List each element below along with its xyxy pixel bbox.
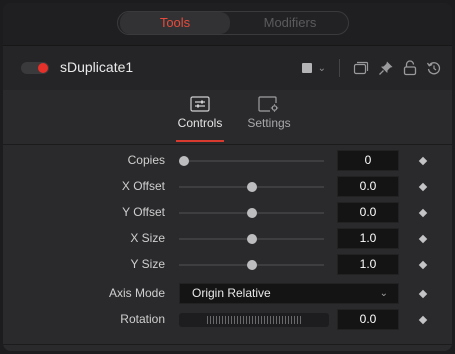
x-size-keyframe-icon[interactable] bbox=[418, 234, 428, 244]
y-offset-label: Y Offset bbox=[122, 205, 165, 219]
rotation-keyframe-icon[interactable] bbox=[418, 315, 428, 325]
tool-header: sDuplicate1 ⌄ bbox=[3, 45, 452, 91]
copies-label: Copies bbox=[127, 153, 165, 167]
param-row-y-size: Y Size 1.0 bbox=[3, 253, 452, 277]
inspector-tab-bar: Tools Modifiers bbox=[3, 3, 452, 45]
param-row-rotation: Rotation 0.0 bbox=[3, 308, 452, 332]
y-size-keyframe-icon[interactable] bbox=[418, 260, 428, 270]
y-size-slider-thumb[interactable] bbox=[246, 260, 257, 270]
x-offset-keyframe-icon[interactable] bbox=[418, 182, 428, 192]
pin-icon[interactable] bbox=[378, 60, 394, 76]
copies-keyframe-icon[interactable] bbox=[418, 156, 428, 166]
tab-settings-label: Settings bbox=[247, 116, 291, 130]
param-row-axis-mode: Axis Mode Origin Relative ⌄ bbox=[3, 282, 452, 306]
x-size-slider-thumb[interactable] bbox=[246, 234, 257, 244]
active-tab-underline bbox=[176, 140, 224, 142]
x-size-value-field[interactable]: 1.0 bbox=[337, 228, 399, 249]
inspector-panel: Tools Modifiers sDuplicate1 ⌄ Controls S… bbox=[3, 3, 452, 351]
y-size-label: Y Size bbox=[130, 257, 165, 271]
param-row-copies: Copies 0 bbox=[3, 149, 452, 173]
tool-name: sDuplicate1 bbox=[60, 59, 134, 75]
lock-icon[interactable] bbox=[403, 60, 417, 76]
rotation-thumbwheel[interactable] bbox=[179, 313, 329, 327]
x-offset-label: X Offset bbox=[121, 179, 165, 193]
y-offset-value-field[interactable]: 0.0 bbox=[337, 202, 399, 223]
rotation-label: Rotation bbox=[120, 312, 165, 326]
sliders-icon bbox=[190, 96, 210, 112]
header-divider bbox=[339, 59, 340, 77]
x-size-label: X Size bbox=[130, 231, 165, 245]
axis-mode-label: Axis Mode bbox=[108, 286, 165, 300]
reset-icon[interactable] bbox=[426, 60, 442, 76]
tab-controls-label: Controls bbox=[177, 116, 223, 130]
control-tabs: Controls Settings bbox=[3, 90, 452, 145]
tool-header-icons: ⌄ bbox=[301, 58, 442, 78]
tab-modifiers[interactable]: Modifiers bbox=[234, 12, 346, 34]
param-row-y-offset: Y Offset 0.0 bbox=[3, 201, 452, 225]
param-row-x-offset: X Offset 0.0 bbox=[3, 175, 452, 199]
rotation-value-field[interactable]: 0.0 bbox=[337, 309, 399, 330]
x-offset-slider-thumb[interactable] bbox=[246, 182, 257, 192]
y-size-value-field[interactable]: 1.0 bbox=[337, 254, 399, 275]
thumbwheel-ticks bbox=[207, 316, 301, 324]
axis-mode-dropdown[interactable]: Origin Relative ⌄ bbox=[179, 283, 399, 304]
copies-value-field[interactable]: 0 bbox=[337, 150, 399, 171]
square-swatch-icon[interactable] bbox=[301, 63, 312, 73]
window-icon[interactable] bbox=[353, 61, 369, 75]
y-offset-slider-thumb[interactable] bbox=[246, 208, 257, 218]
x-offset-value-field[interactable]: 0.0 bbox=[337, 176, 399, 197]
tab-controls[interactable]: Controls bbox=[168, 96, 232, 142]
axis-mode-value: Origin Relative bbox=[192, 286, 271, 300]
axis-mode-keyframe-icon[interactable] bbox=[418, 289, 428, 299]
tab-tools[interactable]: Tools bbox=[120, 12, 230, 34]
tool-enable-toggle[interactable] bbox=[21, 62, 49, 74]
panel-footer bbox=[3, 344, 452, 351]
toggle-on-indicator bbox=[38, 63, 48, 73]
chevron-down-icon[interactable]: ⌄ bbox=[318, 63, 326, 74]
y-offset-keyframe-icon[interactable] bbox=[418, 208, 428, 218]
param-row-x-size: X Size 1.0 bbox=[3, 227, 452, 251]
tab-settings[interactable]: Settings bbox=[235, 96, 303, 130]
copies-slider-thumb[interactable] bbox=[179, 156, 189, 166]
settings-gear-icon bbox=[258, 96, 279, 112]
tools-modifiers-segmented-control: Tools Modifiers bbox=[117, 11, 349, 35]
copies-slider-track[interactable] bbox=[179, 160, 324, 162]
chevron-down-icon: ⌄ bbox=[379, 288, 388, 299]
